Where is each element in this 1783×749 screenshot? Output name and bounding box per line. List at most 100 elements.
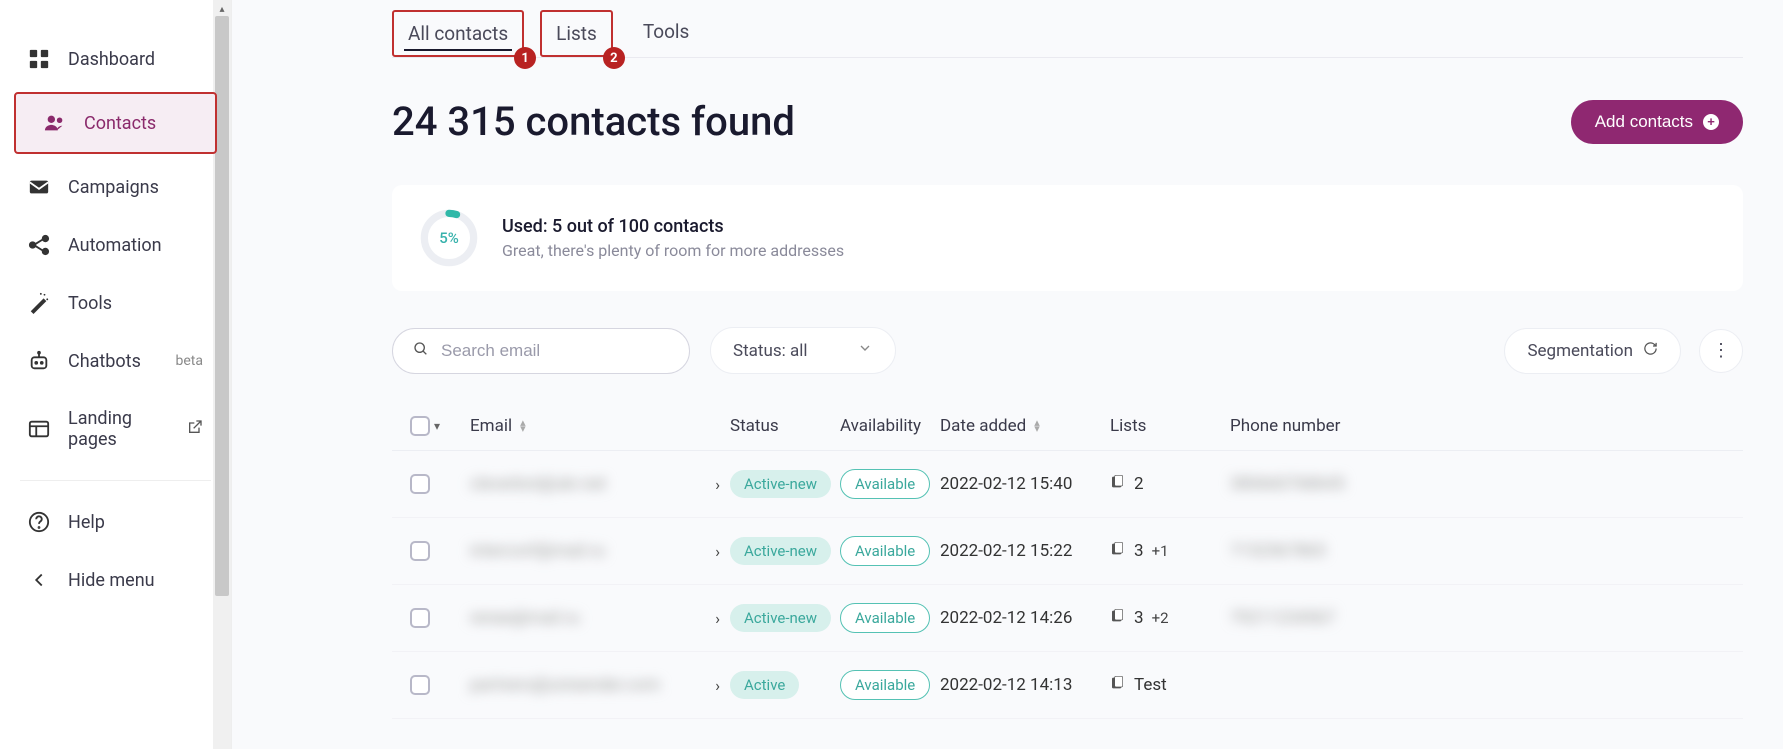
sidebar-item-dashboard[interactable]: Dashboard [0,30,231,88]
status-label: Status: all [733,341,807,361]
date-value: 2022-02-12 14:26 [940,608,1110,628]
main-content: All contacts 1 Lists 2 Tools 24 315 cont… [232,0,1783,749]
search-input[interactable] [441,341,669,361]
help-icon [28,511,50,533]
tab-lists[interactable]: Lists 2 [540,10,613,57]
select-all-checkbox[interactable] [410,416,430,436]
tab-tools[interactable]: Tools [629,10,704,53]
table-row[interactable]: interconf@mail.ru › Active-new Available… [392,518,1743,585]
sidebar-item-chatbots[interactable]: Chatbots beta [0,332,231,390]
chevron-down-icon [857,340,873,361]
sidebar-item-label: Chatbots [68,351,141,372]
button-label: Add contacts [1595,112,1693,132]
col-phone: Phone number [1230,416,1470,436]
search-box[interactable] [392,328,690,374]
col-date-added[interactable]: Date added ▴▾ [940,416,1110,436]
sidebar-item-contacts[interactable]: Contacts [14,92,217,154]
phone-value: 380660768645 [1230,474,1470,494]
table-row[interactable]: renee@mail.ru › Active-new Available 202… [392,585,1743,652]
sidebar-divider [20,480,211,481]
sidebar-item-landing-pages[interactable]: Landing pages [0,390,231,468]
sidebar-item-campaigns[interactable]: Campaigns [0,158,231,216]
phone-value: 79211234567 [1230,608,1470,628]
chevron-right-icon[interactable]: › [715,676,720,695]
status-dropdown[interactable]: Status: all [710,327,896,374]
sort-icon: ▴▾ [1034,420,1040,432]
page-title: 24 315 contacts found [392,98,795,145]
lists-icon [1110,474,1126,495]
beta-badge: beta [176,353,203,369]
date-value: 2022-02-12 15:22 [940,541,1110,561]
grid-icon [28,48,50,70]
col-status: Status [730,416,840,436]
sidebar-item-label: Help [68,512,105,533]
toolbar: Status: all Segmentation ⋮ [392,327,1743,374]
table-header: ▾ Email ▴▾ Status Availability Date adde… [392,402,1743,451]
lists-count: Test [1134,675,1167,695]
seg-label: Segmentation [1527,341,1633,361]
usage-line2: Great, there's plenty of room for more a… [502,241,844,260]
status-badge: Active-new [730,604,831,632]
segmentation-button[interactable]: Segmentation [1504,328,1681,374]
top-tabs: All contacts 1 Lists 2 Tools [392,0,1743,58]
robot-icon [28,350,50,372]
usage-text: Used: 5 out of 100 contacts Great, there… [502,216,844,260]
chevron-left-icon [28,569,50,591]
row-checkbox[interactable] [410,675,430,695]
tab-label: Lists [556,22,597,45]
envelope-icon [28,176,50,198]
wand-icon [28,292,50,314]
email-value: renee@mail.ru [470,608,579,628]
row-checkbox[interactable] [410,541,430,561]
availability-badge: Available [840,536,930,566]
tab-all-contacts[interactable]: All contacts 1 [392,10,524,57]
status-badge: Active-new [730,470,831,498]
availability-badge: Available [840,603,930,633]
refresh-icon [1643,341,1658,361]
sidebar: ▴ Dashboard Contacts Campaigns Automatio… [0,0,232,749]
people-icon [44,112,66,134]
scrollbar-up-icon[interactable]: ▴ [215,2,229,16]
sidebar-item-label: Landing pages [68,408,169,450]
chevron-right-icon[interactable]: › [715,542,720,561]
chevron-right-icon[interactable]: › [715,475,720,494]
col-lists: Lists [1110,416,1230,436]
table-row[interactable]: partners@unisender.com › Active Availabl… [392,652,1743,719]
usage-percent: 5% [420,209,478,267]
usage-card: 5% Used: 5 out of 100 contacts Great, th… [392,185,1743,291]
availability-badge: Available [840,469,930,499]
sidebar-item-hide-menu[interactable]: Hide menu [0,551,231,609]
lists-count: 3 [1134,541,1144,561]
status-badge: Active [730,671,799,699]
plus-icon: + [1703,114,1719,130]
table-row[interactable]: cleverbot@ukr.net › Active-new Available… [392,451,1743,518]
row-checkbox[interactable] [410,474,430,494]
email-value: cleverbot@ukr.net [470,474,606,494]
sidebar-item-help[interactable]: Help [0,493,231,551]
chevron-right-icon[interactable]: › [715,609,720,628]
phone-value: 7152567865 [1230,541,1470,561]
status-badge: Active-new [730,537,831,565]
lists-icon [1110,541,1126,562]
chevron-down-icon[interactable]: ▾ [434,419,440,433]
lists-icon [1110,608,1126,629]
date-value: 2022-02-12 14:13 [940,675,1110,695]
annotation-badge-2: 2 [603,47,625,69]
more-actions-button[interactable]: ⋮ [1699,329,1743,373]
add-contacts-button[interactable]: Add contacts + [1571,100,1743,144]
sidebar-item-label: Tools [68,293,112,314]
date-value: 2022-02-12 15:40 [940,474,1110,494]
usage-line1: Used: 5 out of 100 contacts [502,216,844,237]
availability-badge: Available [840,670,930,700]
sort-icon: ▴▾ [520,420,526,432]
sidebar-item-label: Dashboard [68,49,155,70]
col-email[interactable]: Email ▴▾ [470,416,730,436]
row-checkbox[interactable] [410,608,430,628]
sidebar-item-tools[interactable]: Tools [0,274,231,332]
tab-label: All contacts [408,22,508,45]
lists-extra: +1 [1152,542,1169,560]
sidebar-item-label: Campaigns [68,177,159,198]
lists-icon [1110,675,1126,696]
sidebar-item-automation[interactable]: Automation [0,216,231,274]
usage-gauge: 5% [420,209,478,267]
